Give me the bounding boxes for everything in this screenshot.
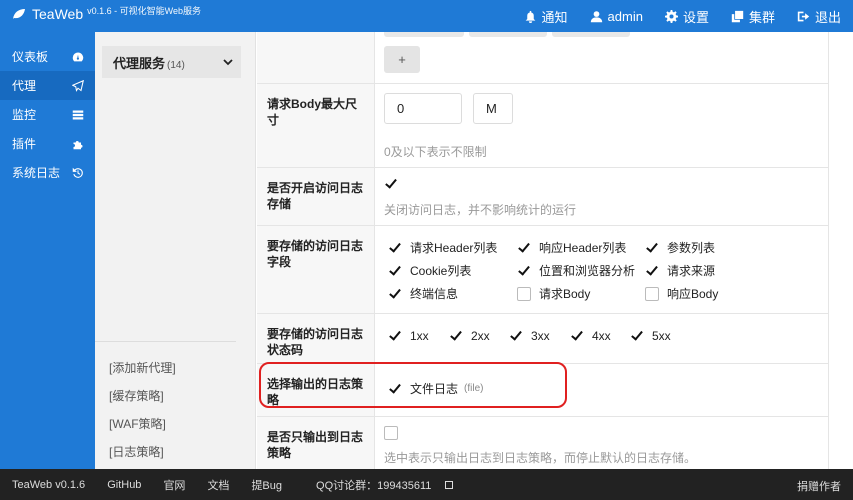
- only-output-label: 是否只输出到日志策略: [257, 417, 375, 469]
- settings-link[interactable]: 设置: [664, 7, 709, 26]
- cache-policy-link[interactable]: [缓存策略]: [109, 386, 176, 414]
- field-checkbox-cookie[interactable]: Cookie列表: [388, 262, 471, 279]
- history-icon: [72, 167, 83, 178]
- submenu-count: (14): [167, 59, 185, 71]
- settings-label: 设置: [682, 9, 709, 25]
- form-row-body-size: 请求Body最大尺寸 0 M 0及以下表示不限制: [257, 84, 828, 168]
- check-icon: [384, 177, 398, 191]
- field-checkbox-params[interactable]: 参数列表: [645, 239, 715, 256]
- brand[interactable]: TeaWeb v0.1.6 - 可视化智能Web服务: [12, 6, 201, 22]
- log-fields-label: 要存储的访问日志字段: [257, 226, 375, 313]
- body-size-unit[interactable]: M: [473, 93, 513, 124]
- proxy-submenu: 代理服务 (14) [添加新代理] [缓存策略] [WAF策略] [日志策略]: [95, 32, 256, 469]
- paper-plane-icon: [72, 79, 84, 92]
- app-version-tag: v0.1.6 - 可视化智能Web服务: [87, 5, 201, 16]
- qrcode-icon[interactable]: [445, 480, 454, 489]
- sidebar-item-label: 仪表板: [12, 50, 49, 64]
- footer-website-link[interactable]: 官网: [163, 477, 185, 493]
- proxy-services-dropdown[interactable]: 代理服务 (14): [102, 46, 241, 78]
- user-link[interactable]: admin: [590, 9, 643, 24]
- sidebar-item-label: 监控: [12, 108, 37, 122]
- top-navbar: TeaWeb v0.1.6 - 可视化智能Web服务 通知 admin 设置 集…: [0, 0, 853, 32]
- policy-type-tag: (file): [464, 383, 484, 394]
- cluster-link[interactable]: 集群: [731, 7, 775, 26]
- add-item-button[interactable]: +: [384, 46, 420, 73]
- main-sidebar: 仪表板 代理 监控 插件 系统日志: [0, 32, 95, 469]
- access-log-checkbox[interactable]: [384, 177, 406, 191]
- submenu-divider: [95, 341, 236, 342]
- footer-docs-link[interactable]: 文档: [207, 477, 229, 493]
- logout-link[interactable]: 退出: [797, 7, 841, 26]
- sidebar-item-proxy[interactable]: 代理: [0, 71, 95, 100]
- only-output-checkbox[interactable]: [384, 426, 406, 440]
- logout-label: 退出: [814, 9, 841, 25]
- cluster-label: 集群: [748, 9, 775, 25]
- log-policy-link[interactable]: [日志策略]: [109, 442, 176, 470]
- field-checkbox-request-body[interactable]: 请求Body: [517, 285, 590, 302]
- field-checkbox-geo-browser[interactable]: 位置和浏览器分析: [517, 262, 635, 279]
- form-row-output-policy: 选择输出的日志策略 文件日志 (file): [257, 364, 828, 417]
- submenu-title: 代理服务: [113, 55, 166, 71]
- user-label: admin: [607, 8, 643, 24]
- body-size-input[interactable]: 0: [384, 93, 462, 124]
- sidebar-item-plugins[interactable]: 插件: [0, 129, 95, 158]
- proxy-settings-form: + 请求Body最大尺寸 0 M 0及以下表示不限制 是否开启访问日志存储 关闭…: [257, 32, 853, 469]
- footer: TeaWeb v0.1.6 GitHub 官网 文档 提Bug QQ讨论群：19…: [0, 469, 853, 500]
- notify-label: 通知: [541, 9, 568, 25]
- access-log-hint: 关闭访问日志，并不影响统计的运行: [384, 203, 577, 217]
- output-policy-label: 选择输出的日志策略: [257, 364, 375, 416]
- puzzle-icon: [73, 140, 83, 149]
- body-size-hint: 0及以下表示不限制: [384, 145, 487, 159]
- sidebar-item-label: 代理: [12, 79, 37, 93]
- form-row-only-output: 是否只输出到日志策略 选中表示只输出日志到日志策略，而停止默认的日志存储。: [257, 417, 828, 469]
- policy-checkbox-file[interactable]: 文件日志 (file): [388, 380, 483, 397]
- footer-bug-link[interactable]: 提Bug: [251, 477, 282, 493]
- field-checkbox-terminal[interactable]: 终端信息: [388, 285, 458, 302]
- dashboard-icon: [72, 52, 84, 61]
- status-checkbox-2xx[interactable]: 2xx: [449, 329, 490, 343]
- footer-github-link[interactable]: GitHub: [107, 479, 141, 491]
- user-icon: [590, 10, 602, 22]
- list-tag[interactable]: [552, 32, 630, 37]
- gear-icon: [664, 9, 678, 23]
- sidebar-item-label: 插件: [12, 137, 37, 151]
- field-checkbox-response-header[interactable]: 响应Header列表: [517, 239, 626, 256]
- server-icon: [72, 110, 84, 119]
- status-checkbox-1xx[interactable]: 1xx: [388, 329, 429, 343]
- status-checkbox-4xx[interactable]: 4xx: [570, 329, 611, 343]
- body-size-label: 请求Body最大尺寸: [257, 84, 375, 167]
- only-output-hint: 选中表示只输出日志到日志策略，而停止默认的日志存储。: [384, 451, 697, 465]
- list-tag[interactable]: [384, 32, 464, 37]
- waf-policy-link[interactable]: [WAF策略]: [109, 414, 176, 442]
- form-row-log-fields: 要存储的访问日志字段 请求Header列表 响应Header列表 参数列表 Co…: [257, 226, 828, 314]
- footer-qq-group[interactable]: QQ讨论群：199435611: [304, 477, 441, 493]
- add-proxy-link[interactable]: [添加新代理]: [109, 358, 176, 386]
- status-checkbox-5xx[interactable]: 5xx: [630, 329, 671, 343]
- sidebar-item-monitor[interactable]: 监控: [0, 100, 95, 129]
- bell-icon: [525, 10, 535, 23]
- sign-out-icon: [797, 11, 810, 21]
- status-codes-label: 要存储的访问日志状态码: [257, 314, 375, 363]
- access-log-label: 是否开启访问日志存储: [257, 168, 375, 225]
- form-row-status-codes: 要存储的访问日志状态码 1xx 2xx 3xx 4xx 5xx: [257, 314, 828, 364]
- app-title: TeaWeb: [32, 6, 84, 22]
- status-checkbox-3xx[interactable]: 3xx: [509, 329, 550, 343]
- notify-link[interactable]: 通知: [524, 7, 568, 26]
- field-checkbox-response-body[interactable]: 响应Body: [645, 285, 718, 302]
- field-checkbox-referer[interactable]: 请求来源: [645, 262, 715, 279]
- chevron-down-icon: [223, 59, 233, 66]
- sidebar-item-label: 系统日志: [12, 166, 61, 180]
- list-tag[interactable]: [469, 32, 547, 37]
- footer-version: TeaWeb v0.1.6: [12, 478, 86, 491]
- sidebar-item-system-log[interactable]: 系统日志: [0, 158, 95, 187]
- leaf-logo-icon: [13, 9, 25, 19]
- form-row-access-log: 是否开启访问日志存储 关闭访问日志，并不影响统计的运行: [257, 168, 828, 226]
- clone-icon: [731, 10, 744, 22]
- field-checkbox-request-header[interactable]: 请求Header列表: [388, 239, 497, 256]
- form-row-list: +: [257, 32, 828, 84]
- footer-donate-link[interactable]: 捐赠作者: [797, 478, 841, 494]
- sidebar-item-dashboard[interactable]: 仪表板: [0, 42, 95, 71]
